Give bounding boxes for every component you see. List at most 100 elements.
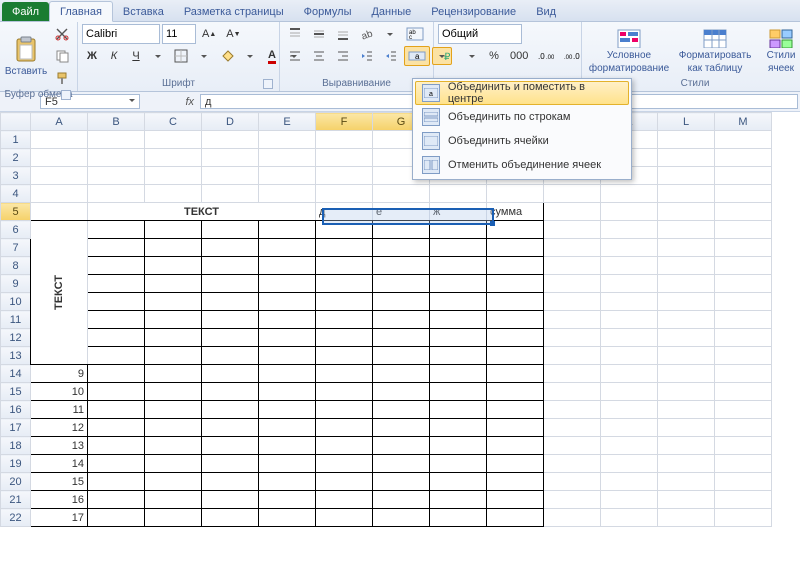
row-header[interactable]: 9: [1, 275, 31, 293]
increase-font-button[interactable]: A▲: [198, 24, 220, 44]
increase-indent-button[interactable]: [380, 46, 402, 66]
number-format-select[interactable]: [438, 24, 522, 44]
row-header[interactable]: 7: [1, 239, 31, 257]
accounting-format-button[interactable]: ₽: [438, 46, 460, 66]
merge-cells-item[interactable]: Объединить ячейки: [415, 129, 629, 153]
tab-insert[interactable]: Вставка: [113, 2, 174, 21]
font-size-select[interactable]: [162, 24, 196, 44]
dialog-launcher-font[interactable]: [263, 79, 273, 89]
row-header[interactable]: 6: [1, 221, 31, 239]
cell[interactable]: [31, 203, 88, 221]
grid[interactable]: A B C D E F G H I J K L M 1 2 3 4 5 ТЕКС…: [0, 112, 772, 527]
font-color-button[interactable]: A: [262, 46, 282, 66]
col-header-D[interactable]: D: [202, 113, 259, 131]
row-header[interactable]: 1: [1, 131, 31, 149]
row-header[interactable]: 13: [1, 347, 31, 365]
row-header[interactable]: 3: [1, 167, 31, 185]
col-header-F[interactable]: F: [316, 113, 373, 131]
cell-I5[interactable]: сумма: [487, 203, 544, 221]
row-header[interactable]: 8: [1, 257, 31, 275]
align-bottom-button[interactable]: [332, 24, 354, 44]
fill-color-dropdown[interactable]: [240, 47, 260, 65]
align-right-button[interactable]: [332, 46, 354, 66]
row-header[interactable]: 22: [1, 509, 31, 527]
row-header[interactable]: 20: [1, 473, 31, 491]
tab-view[interactable]: Вид: [526, 2, 566, 21]
cell[interactable]: 13: [31, 437, 88, 455]
col-header-E[interactable]: E: [259, 113, 316, 131]
row-header[interactable]: 15: [1, 383, 31, 401]
wrap-text-button[interactable]: abc: [402, 24, 428, 44]
unmerge-cells-item[interactable]: Отменить объединение ячеек: [415, 153, 629, 177]
tab-review[interactable]: Рецензирование: [421, 2, 526, 21]
row-header[interactable]: 4: [1, 185, 31, 203]
cell-F5[interactable]: д: [316, 203, 373, 221]
bold-button[interactable]: Ж: [82, 46, 102, 66]
decrease-font-button[interactable]: A▼: [222, 24, 244, 44]
cell[interactable]: 9: [31, 365, 88, 383]
format-painter-button[interactable]: [51, 68, 73, 88]
decrease-indent-button[interactable]: [356, 46, 378, 66]
col-header-L[interactable]: L: [658, 113, 715, 131]
row-header[interactable]: 16: [1, 401, 31, 419]
format-as-table-button[interactable]: Форматироватькак таблицу: [675, 27, 755, 75]
row-header[interactable]: 19: [1, 455, 31, 473]
name-box-dropdown[interactable]: [129, 96, 135, 108]
cell[interactable]: 16: [31, 491, 88, 509]
align-left-button[interactable]: [284, 46, 306, 66]
font-name-select[interactable]: [82, 24, 160, 44]
row-header[interactable]: 5: [1, 203, 31, 221]
cell[interactable]: 10: [31, 383, 88, 401]
cell[interactable]: 11: [31, 401, 88, 419]
row-header[interactable]: 11: [1, 311, 31, 329]
tab-data[interactable]: Данные: [361, 2, 421, 21]
fx-icon[interactable]: fx: [185, 96, 194, 108]
row-header[interactable]: 10: [1, 293, 31, 311]
dialog-launcher-clipboard[interactable]: [61, 90, 71, 100]
fill-color-button[interactable]: [216, 46, 238, 66]
merge-across-item[interactable]: Объединить по строкам: [415, 105, 629, 129]
row-header[interactable]: 17: [1, 419, 31, 437]
cell[interactable]: 12: [31, 419, 88, 437]
cell-styles-button[interactable]: Стилиячеек: [758, 27, 800, 75]
align-center-button[interactable]: [308, 46, 330, 66]
underline-dropdown[interactable]: [148, 47, 168, 65]
accounting-dropdown[interactable]: [462, 47, 482, 65]
cell[interactable]: 17: [31, 509, 88, 527]
borders-dropdown[interactable]: [194, 47, 214, 65]
cell-vertical-text[interactable]: ТЕКСТ: [31, 221, 88, 365]
row-header[interactable]: 12: [1, 329, 31, 347]
conditional-formatting-button[interactable]: Условноеформатирование: [586, 27, 672, 75]
tab-home[interactable]: Главная: [49, 1, 113, 22]
worksheet[interactable]: A B C D E F G H I J K L M 1 2 3 4 5 ТЕКС…: [0, 112, 800, 527]
align-top-button[interactable]: [284, 24, 306, 44]
cell[interactable]: 15: [31, 473, 88, 491]
paste-button[interactable]: Вставить: [4, 32, 48, 80]
cut-button[interactable]: [51, 24, 73, 44]
cell-G5[interactable]: е: [373, 203, 430, 221]
col-header-A[interactable]: A: [31, 113, 88, 131]
select-all-corner[interactable]: [1, 113, 31, 131]
col-header-M[interactable]: M: [715, 113, 772, 131]
percent-button[interactable]: %: [484, 46, 504, 66]
tab-page-layout[interactable]: Разметка страницы: [174, 2, 294, 21]
underline-button[interactable]: Ч: [126, 46, 146, 66]
tab-file[interactable]: Файл: [2, 2, 49, 21]
row-header[interactable]: 2: [1, 149, 31, 167]
col-header-B[interactable]: B: [88, 113, 145, 131]
cell-H5[interactable]: ж: [430, 203, 487, 221]
col-header-C[interactable]: C: [145, 113, 202, 131]
row-header[interactable]: 14: [1, 365, 31, 383]
orientation-button[interactable]: ab: [356, 24, 378, 44]
row-header[interactable]: 18: [1, 437, 31, 455]
cell-merged-text[interactable]: ТЕКСТ: [88, 203, 316, 221]
italic-button[interactable]: К: [104, 46, 124, 66]
tab-formulas[interactable]: Формулы: [294, 2, 362, 21]
merge-and-center-item[interactable]: a Объединить и поместить в центре: [415, 81, 629, 105]
align-middle-button[interactable]: [308, 24, 330, 44]
increase-decimal-button[interactable]: .0.00: [534, 46, 558, 66]
borders-button[interactable]: [170, 46, 192, 66]
merge-center-button[interactable]: a: [404, 46, 430, 66]
comma-style-button[interactable]: 000: [506, 46, 532, 66]
row-header[interactable]: 21: [1, 491, 31, 509]
